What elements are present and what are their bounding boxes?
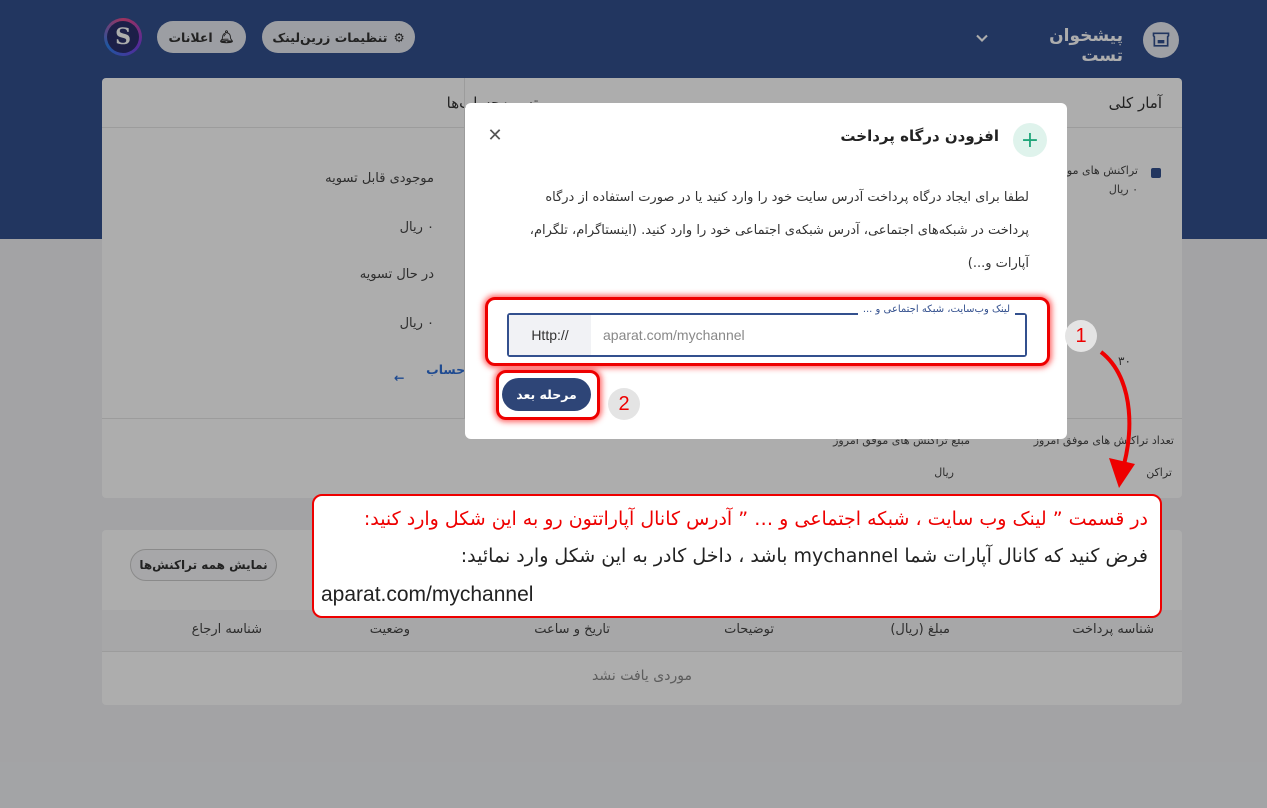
modal-description: لطفا برای ایجاد درگاه پرداخت آدرس سایت خ… bbox=[529, 190, 1029, 271]
instruction-callout: در قسمت ” لینک وب سایت ، شبکه اجتماعی و … bbox=[312, 494, 1162, 618]
curved-arrow-icon bbox=[1099, 350, 1135, 488]
add-gateway-modal: + افزودن درگاه پرداخت ✕ لطفا برای ایجاد … bbox=[465, 103, 1067, 439]
modal-title: افزودن درگاه پرداخت bbox=[840, 127, 999, 145]
callout-line-3: aparat.com/mychannel bbox=[321, 583, 534, 606]
close-icon[interactable]: ✕ bbox=[485, 125, 505, 146]
step-marker-2: 2 bbox=[608, 388, 640, 420]
plus-icon: + bbox=[1013, 123, 1047, 157]
highlight-box-button bbox=[496, 370, 600, 420]
callout-line-2: فرض کنید که کانال آپارات شما mychannel ب… bbox=[460, 545, 1148, 567]
highlight-box-input bbox=[485, 297, 1050, 366]
callout-line-1: در قسمت ” لینک وب سایت ، شبکه اجتماعی و … bbox=[363, 508, 1148, 530]
step-marker-1: 1 bbox=[1065, 320, 1097, 352]
